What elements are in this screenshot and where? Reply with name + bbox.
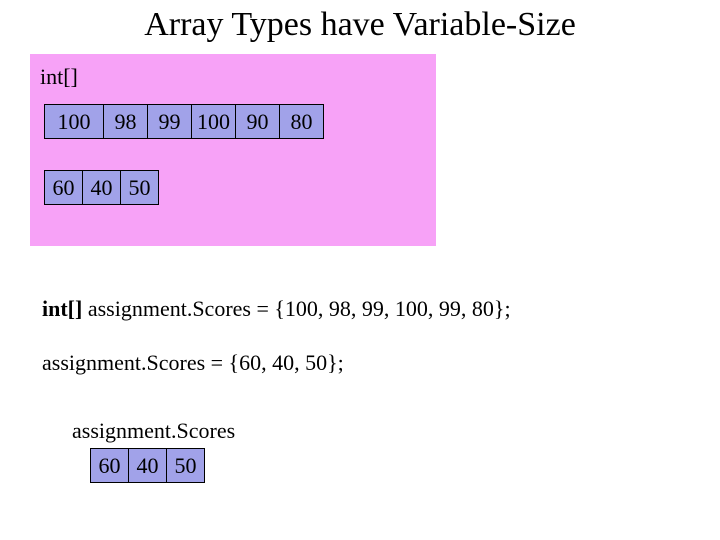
- array-row-2: 60 40 50: [44, 170, 159, 205]
- array-row-1: 100 98 99 100 90 80: [44, 104, 324, 139]
- array-cell: 98: [103, 104, 148, 139]
- array-cell: 100: [44, 104, 104, 139]
- array-cell: 40: [82, 170, 121, 205]
- array-cell: 60: [44, 170, 83, 205]
- code-text: assignment.Scores = {100, 98, 99, 100, 9…: [82, 296, 510, 321]
- white-panel: assignment.Scores 60 40 50: [54, 410, 436, 507]
- type-label: int[]: [40, 64, 78, 90]
- array-cell: 80: [279, 104, 324, 139]
- page-title: Array Types have Variable-Size: [0, 0, 720, 50]
- array-cell: 60: [90, 448, 129, 483]
- array-cell: 99: [147, 104, 192, 139]
- array-cell: 50: [120, 170, 159, 205]
- keyword: int[]: [42, 296, 82, 321]
- array-cell: 100: [191, 104, 236, 139]
- var-label: assignment.Scores: [72, 418, 235, 444]
- array-row-3: 60 40 50: [90, 448, 205, 483]
- array-cell: 40: [128, 448, 167, 483]
- pink-panel: int[] 100 98 99 100 90 80 60 40 50: [30, 54, 436, 246]
- code-line-1: int[] assignment.Scores = {100, 98, 99, …: [42, 296, 511, 322]
- array-cell: 90: [235, 104, 280, 139]
- array-cell: 50: [166, 448, 205, 483]
- code-line-2: assignment.Scores = {60, 40, 50};: [42, 350, 344, 376]
